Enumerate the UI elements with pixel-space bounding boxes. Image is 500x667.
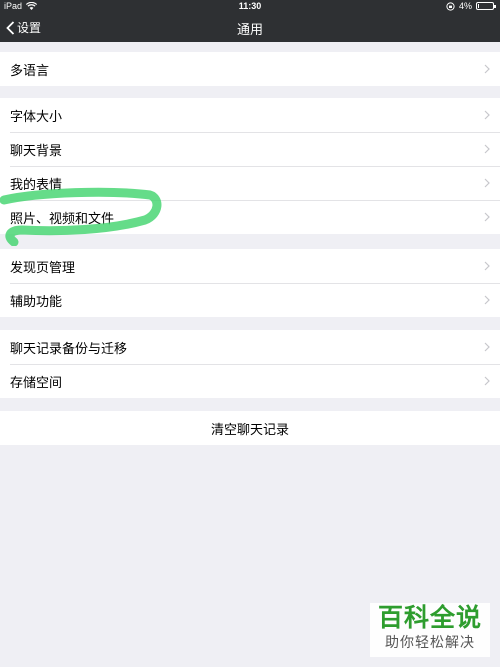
chevron-right-icon [484,178,490,188]
list-item-label: 存储空间 [10,375,63,391]
watermark-subtitle: 助你轻松解决 [385,635,475,651]
settings-group-discover: 发现页管理 辅助功能 [0,249,500,317]
list-item-label: 发现页管理 [10,260,76,276]
chevron-right-icon [484,110,490,120]
chevron-right-icon [484,376,490,386]
chevron-right-icon [484,342,490,352]
list-item-chat-backup-migration[interactable]: 聊天记录备份与迁移 [0,330,500,364]
settings-group-storage: 聊天记录备份与迁移 存储空间 [0,330,500,398]
list-item-font-size[interactable]: 字体大小 [0,98,500,132]
battery-fill [478,4,479,8]
battery-percent: 4% [458,1,472,11]
clear-chat-history-label: 清空聊天记录 [210,422,289,438]
clear-chat-history-button[interactable]: 清空聊天记录 [0,411,500,445]
battery-icon [476,2,496,10]
settings-group-language: 多语言 [0,52,500,86]
settings-group-chat: 字体大小 聊天背景 我的表情 照片、视频和文件 [0,98,500,234]
watermark-title: 百科全说 [377,603,482,632]
page-title: 通用 [236,23,263,38]
navigation-bar: 设置 通用 [0,13,500,42]
status-time: 11:30 [238,1,262,11]
rotation-lock-icon [446,1,455,11]
list-item-chat-background[interactable]: 聊天背景 [0,132,500,166]
list-item-label: 字体大小 [10,109,63,125]
chevron-right-icon [484,212,490,222]
list-item-my-stickers[interactable]: 我的表情 [0,166,500,200]
list-item-label: 聊天背景 [10,143,63,159]
settings-group-clear: 清空聊天记录 [0,411,500,445]
chevron-right-icon [484,144,490,154]
list-item-label: 辅助功能 [10,294,63,310]
list-item-label: 多语言 [10,63,50,79]
list-item-label: 我的表情 [10,177,63,193]
chevron-right-icon [484,261,490,271]
chevron-right-icon [484,295,490,305]
watermark-logo: 百科全说 助你轻松解决 [370,603,490,657]
list-item-discover-management[interactable]: 发现页管理 [0,249,500,283]
list-item-photos-videos-files[interactable]: 照片、视频和文件 [0,200,500,234]
list-item-language[interactable]: 多语言 [0,52,500,86]
status-bar: iPad 11:30 4% [0,0,500,13]
list-item-label: 照片、视频和文件 [10,211,115,227]
list-item-accessibility[interactable]: 辅助功能 [0,283,500,317]
chevron-right-icon [484,64,490,74]
list-item-storage-space[interactable]: 存储空间 [0,364,500,398]
status-right: 4% [446,1,496,11]
list-item-label: 聊天记录备份与迁移 [10,341,128,357]
